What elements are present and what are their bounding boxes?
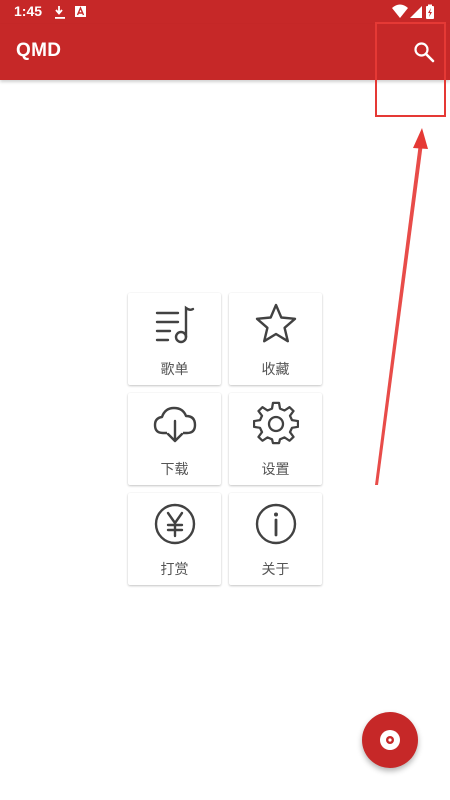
- info-icon: [255, 503, 297, 545]
- disc-icon: [380, 730, 400, 750]
- menu-label-playlist: 歌单: [160, 362, 189, 378]
- menu-label-download: 下载: [160, 462, 189, 478]
- star-icon: [255, 303, 297, 343]
- menu-label-about: 关于: [261, 562, 290, 578]
- playlist-icon: [155, 305, 195, 344]
- menu-label-settings: 设置: [261, 462, 290, 478]
- menu-label-donate: 打赏: [160, 562, 189, 578]
- yen-icon: [154, 503, 196, 545]
- menu-tile-download[interactable]: 下载: [128, 393, 221, 485]
- floating-action-button[interactable]: [362, 712, 418, 768]
- menu-tile-settings[interactable]: 设置: [229, 393, 322, 485]
- menu-tile-donate[interactable]: 打赏: [128, 493, 221, 585]
- menu-label-favorites: 收藏: [261, 362, 290, 378]
- menu-grid: 歌单 收藏 下载 设置 打赏 关于: [128, 293, 322, 585]
- menu-tile-about[interactable]: 关于: [229, 493, 322, 585]
- menu-tile-favorites[interactable]: 收藏: [229, 293, 322, 385]
- gear-icon: [253, 401, 299, 445]
- cloud-download-icon: [153, 406, 197, 443]
- menu-tile-playlist[interactable]: 歌单: [128, 293, 221, 385]
